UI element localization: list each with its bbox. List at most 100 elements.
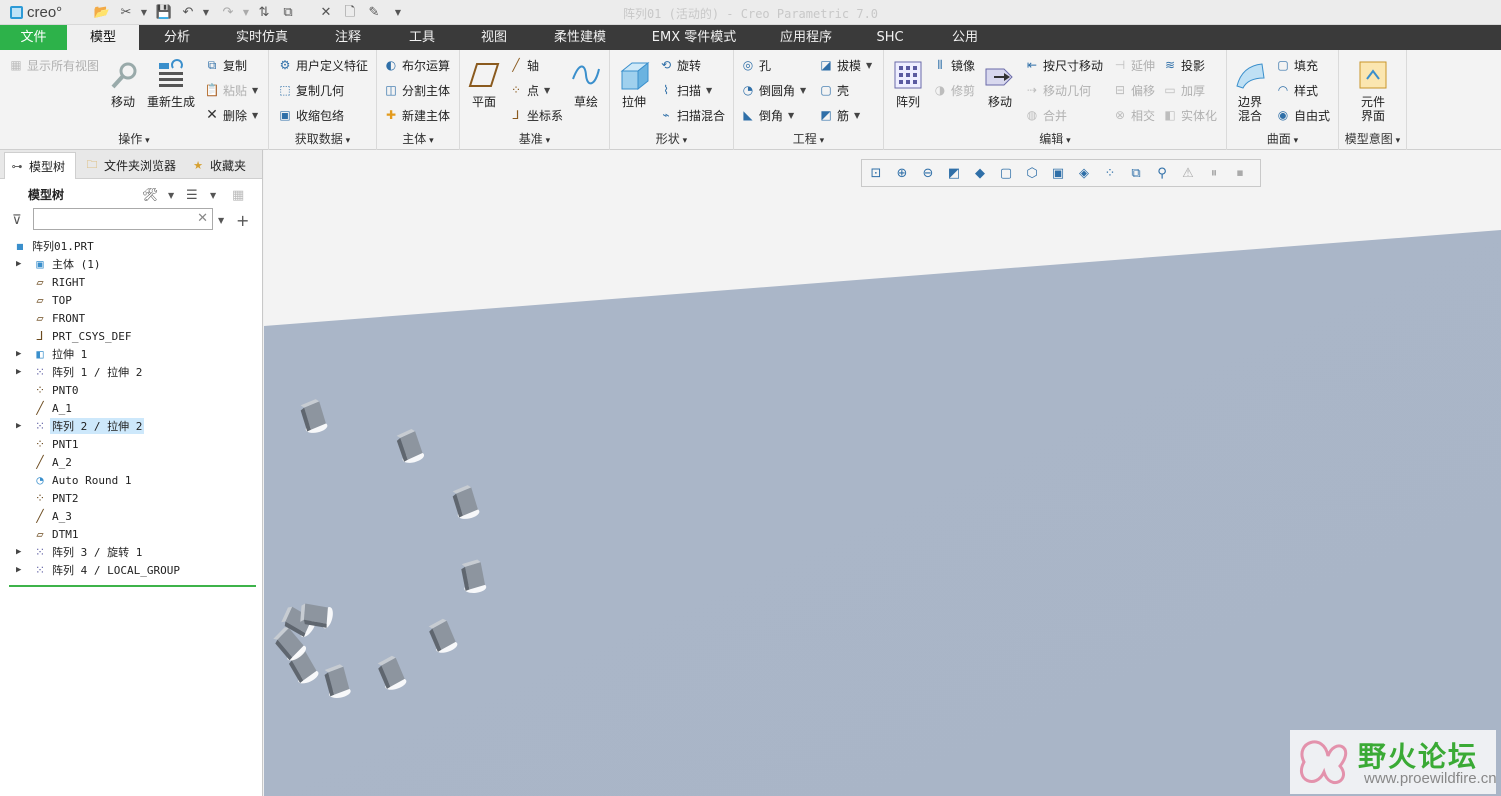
tree-show-dropdown-icon[interactable]: ▼ (210, 185, 216, 205)
insert-indicator[interactable] (9, 585, 256, 587)
shrinkwrap-button[interactable]: ▣ 收缩包络 (277, 105, 344, 125)
csys-button[interactable]: ⅃ 坐标系 (508, 105, 563, 125)
tree-search-box[interactable]: ✕ (33, 208, 213, 230)
draft-dropdown-icon[interactable]: ▼ (866, 61, 872, 70)
copy-button[interactable]: ⧉ 复制 (204, 55, 247, 75)
tree-row[interactable]: ⅃ PRT_CSYS_DEF (0, 327, 258, 345)
group-label-editing[interactable]: 编辑 (884, 130, 1226, 147)
tree-settings-icon[interactable]: 🛠 (142, 185, 159, 205)
tree-search-input[interactable] (34, 209, 194, 229)
fill-button[interactable]: ▢ 填充 (1275, 55, 1318, 75)
point-dropdown-icon[interactable]: ▼ (544, 86, 550, 95)
tab-applications[interactable]: 应用程序 (772, 25, 840, 50)
expand-arrow-icon[interactable]: ▶ (16, 367, 26, 377)
tree-columns-icon[interactable]: ▦ (232, 185, 244, 205)
datum-display-icon[interactable]: ⁘ (1099, 162, 1121, 184)
expand-arrow-icon[interactable]: ▶ (16, 565, 26, 575)
sketch-button[interactable]: 草绘 (562, 54, 610, 134)
warning-icon[interactable]: ⚠ (1177, 162, 1199, 184)
rib-button[interactable]: ◩ 筋 ▼ (818, 105, 860, 125)
tab-shc[interactable]: SHC (870, 25, 910, 50)
draft-button[interactable]: ◪ 拔模 ▼ (818, 55, 872, 75)
tab-folder-browser[interactable]: 🗀 文件夹浏览器 (80, 152, 180, 179)
extend-button[interactable]: ⊣ 延伸 (1112, 55, 1155, 75)
move-by-dimension-button[interactable]: ⇤ 按尺寸移动 (1024, 55, 1103, 75)
edit-move-button[interactable]: 移动 (976, 54, 1024, 134)
tab-file[interactable]: 文件 (0, 25, 67, 50)
revolve-button[interactable]: ⟲ 旋转 (658, 55, 701, 75)
tab-tools[interactable]: 工具 (396, 25, 448, 50)
tree-row[interactable]: ▱ RIGHT (0, 273, 258, 291)
chamfer-dropdown-icon[interactable]: ▼ (788, 111, 794, 120)
graphics-window[interactable]: ⊡ ⊕ ⊖ ◩ ◆ ▢ ⬡ ▣ ◈ ⁘ ⧉ ⚲ ⚠ ⏸ ⏹ 野火论坛 www.p… (264, 150, 1501, 796)
add-filter-icon[interactable]: + (236, 210, 249, 230)
group-label-model-intent[interactable]: 模型意图 (1339, 130, 1406, 147)
tree-row[interactable]: ▶ ▣ 主体 (1) (0, 255, 258, 273)
round-button[interactable]: ◔ 倒圆角 ▼ (740, 80, 806, 100)
tree-row[interactable]: ◔ Auto Round 1 (0, 471, 258, 489)
model-canvas[interactable] (264, 150, 1501, 796)
tree-row[interactable]: ▶ ⁙ 阵列 4 / LOCAL_GROUP (0, 561, 258, 579)
zoom-out-icon[interactable]: ⊖ (917, 162, 939, 184)
merge-button[interactable]: ◍ 合并 (1024, 105, 1067, 125)
paste-button[interactable]: 📋 粘贴 ▼ (204, 80, 259, 100)
trim-button[interactable]: ◑ 修剪 (932, 80, 975, 100)
tree-settings-dropdown-icon[interactable]: ▼ (168, 185, 174, 205)
point-button[interactable]: ⁘ 点 ▼ (508, 80, 550, 100)
tree-row[interactable]: ▶ ◧ 拉伸 1 (0, 345, 258, 363)
group-label-get-data[interactable]: 获取数据 (269, 130, 376, 147)
pause-icon[interactable]: ⏸ (1203, 162, 1225, 184)
group-label-surfaces[interactable]: 曲面 (1227, 130, 1338, 147)
perspective-icon[interactable]: ▣ (1047, 162, 1069, 184)
tab-public[interactable]: 公用 (942, 25, 988, 50)
regenerate-button[interactable]: 重新生成 (147, 54, 195, 134)
project-button[interactable]: ≋ 投影 (1162, 55, 1205, 75)
move-button[interactable]: 移动 (99, 54, 147, 134)
tree-row[interactable]: ▶ ⁙ 阵列 1 / 拉伸 2 (0, 363, 258, 381)
tab-favorites[interactable]: ★ 收藏夹 (186, 152, 260, 179)
pattern-button[interactable]: 阵列 (884, 54, 932, 134)
tree-root[interactable]: ◼ 阵列01.PRT (0, 237, 258, 255)
repaint-icon[interactable]: ◩ (943, 162, 965, 184)
clear-search-icon[interactable]: ✕ (197, 211, 208, 226)
freestyle-button[interactable]: ◉ 自由式 (1275, 105, 1330, 125)
boundary-blend-button[interactable]: 边界混合 (1227, 54, 1273, 134)
display-style-icon[interactable]: ◆ (969, 162, 991, 184)
expand-arrow-icon[interactable]: ▶ (16, 421, 26, 431)
show-all-views-button[interactable]: ▦ 显示所有视图 (8, 55, 99, 75)
tree-row[interactable]: ╱ A_2 (0, 453, 258, 471)
tree-row[interactable]: ▱ DTM1 (0, 525, 258, 543)
group-label-shapes[interactable]: 形状 (610, 130, 733, 147)
tab-view[interactable]: 视图 (468, 25, 520, 50)
refit-icon[interactable]: ⊡ (865, 162, 887, 184)
offset-button[interactable]: ⊟ 偏移 (1112, 80, 1155, 100)
expand-arrow-icon[interactable]: ▶ (16, 547, 26, 557)
tree-row[interactable]: ⁘ PNT1 (0, 435, 258, 453)
tree-row[interactable]: ▶ ⁙ 阵列 2 / 拉伸 2 (0, 417, 258, 435)
style-button[interactable]: ◠ 样式 (1275, 80, 1318, 100)
tree-row[interactable]: ▱ TOP (0, 291, 258, 309)
stop-icon[interactable]: ⏹ (1229, 162, 1251, 184)
tab-model-tree[interactable]: ⊶ 模型树 (4, 152, 76, 179)
intersect-button[interactable]: ⊗ 相交 (1112, 105, 1155, 125)
tree-row[interactable]: ⁘ PNT2 (0, 489, 258, 507)
hole-button[interactable]: ◎ 孔 (740, 55, 771, 75)
swept-blend-button[interactable]: ⌁ 扫描混合 (658, 105, 725, 125)
tree-row[interactable]: ▱ FRONT (0, 309, 258, 327)
tab-emx[interactable]: EMX 零件模式 (648, 25, 740, 50)
rib-dropdown-icon[interactable]: ▼ (854, 111, 860, 120)
mirror-button[interactable]: ⫴ 镜像 (932, 55, 975, 75)
group-label-operations[interactable]: 操作 (0, 130, 268, 147)
new-body-button[interactable]: ✚ 新建主体 (383, 105, 450, 125)
tab-model[interactable]: 模型 (67, 25, 139, 50)
chamfer-button[interactable]: ◣ 倒角 ▼ (740, 105, 794, 125)
view-manager-icon[interactable]: ⬡ (1021, 162, 1043, 184)
zoom-in-icon[interactable]: ⊕ (891, 162, 913, 184)
tree-row[interactable]: ╱ A_3 (0, 507, 258, 525)
tab-simulation[interactable]: 实时仿真 (226, 25, 298, 50)
solidify-button[interactable]: ◧ 实体化 (1162, 105, 1217, 125)
copy-geometry-button[interactable]: ⬚ 复制几何 (277, 80, 344, 100)
axis-button[interactable]: ╱ 轴 (508, 55, 539, 75)
tree-row[interactable]: ⁘ PNT0 (0, 381, 258, 399)
thicken-button[interactable]: ▭ 加厚 (1162, 80, 1205, 100)
